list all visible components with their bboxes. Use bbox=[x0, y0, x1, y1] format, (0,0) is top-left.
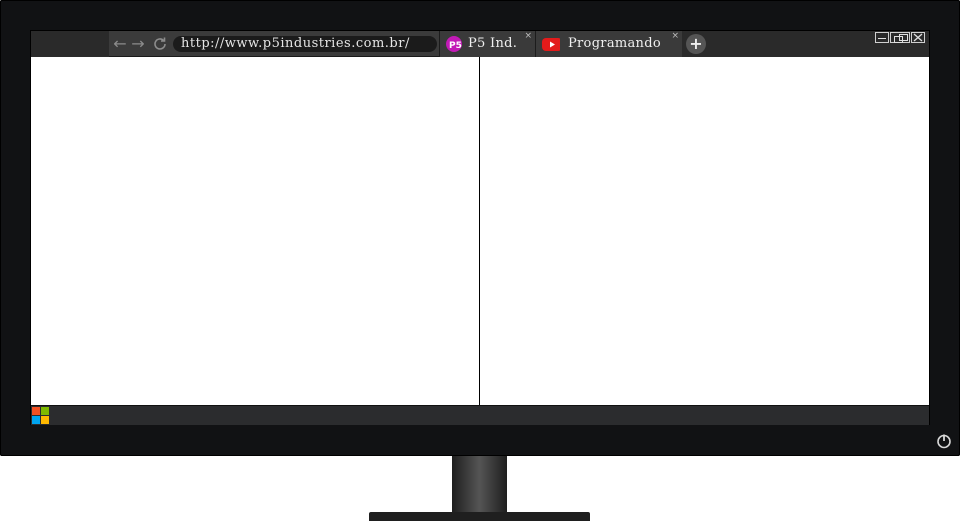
windows-start-icon[interactable] bbox=[32, 407, 49, 424]
back-arrow-icon[interactable]: ← bbox=[111, 34, 129, 54]
tabbar-spacer bbox=[31, 31, 109, 57]
new-tab-button[interactable]: + bbox=[686, 34, 706, 54]
power-icon[interactable] bbox=[936, 433, 952, 449]
tab-p5-ind[interactable]: P5 P5 Ind. × bbox=[439, 31, 535, 57]
svg-text:P5: P5 bbox=[449, 41, 462, 51]
p5-logo-icon: P5 bbox=[446, 36, 462, 52]
monitor-bezel: ← → http://www.p5industries.com.br/ P5 P… bbox=[0, 0, 960, 456]
screen: ← → http://www.p5industries.com.br/ P5 P… bbox=[30, 30, 930, 425]
browser-content-area[interactable] bbox=[31, 57, 929, 405]
forward-arrow-icon[interactable]: → bbox=[129, 34, 147, 54]
tab-programando[interactable]: Programando × bbox=[535, 31, 682, 57]
close-icon[interactable] bbox=[911, 32, 925, 43]
taskbar bbox=[31, 405, 929, 425]
url-input[interactable]: http://www.p5industries.com.br/ bbox=[173, 36, 437, 52]
restore-icon[interactable] bbox=[890, 32, 910, 43]
tab-close-icon[interactable]: × bbox=[524, 31, 532, 41]
browser-tab-bar: ← → http://www.p5industries.com.br/ P5 P… bbox=[31, 31, 929, 57]
tab-label: Programando bbox=[568, 36, 661, 51]
monitor-stand-neck bbox=[452, 456, 507, 513]
reload-icon[interactable] bbox=[151, 34, 169, 54]
address-bar-area: ← → http://www.p5industries.com.br/ bbox=[109, 31, 439, 57]
monitor-stand-base bbox=[369, 512, 590, 521]
tab-close-icon[interactable]: × bbox=[671, 31, 679, 41]
window-controls bbox=[875, 32, 925, 44]
tab-label: P5 Ind. bbox=[468, 36, 518, 51]
youtube-icon bbox=[542, 38, 560, 51]
split-pane-divider[interactable] bbox=[479, 57, 480, 405]
minimize-icon[interactable] bbox=[875, 32, 889, 43]
